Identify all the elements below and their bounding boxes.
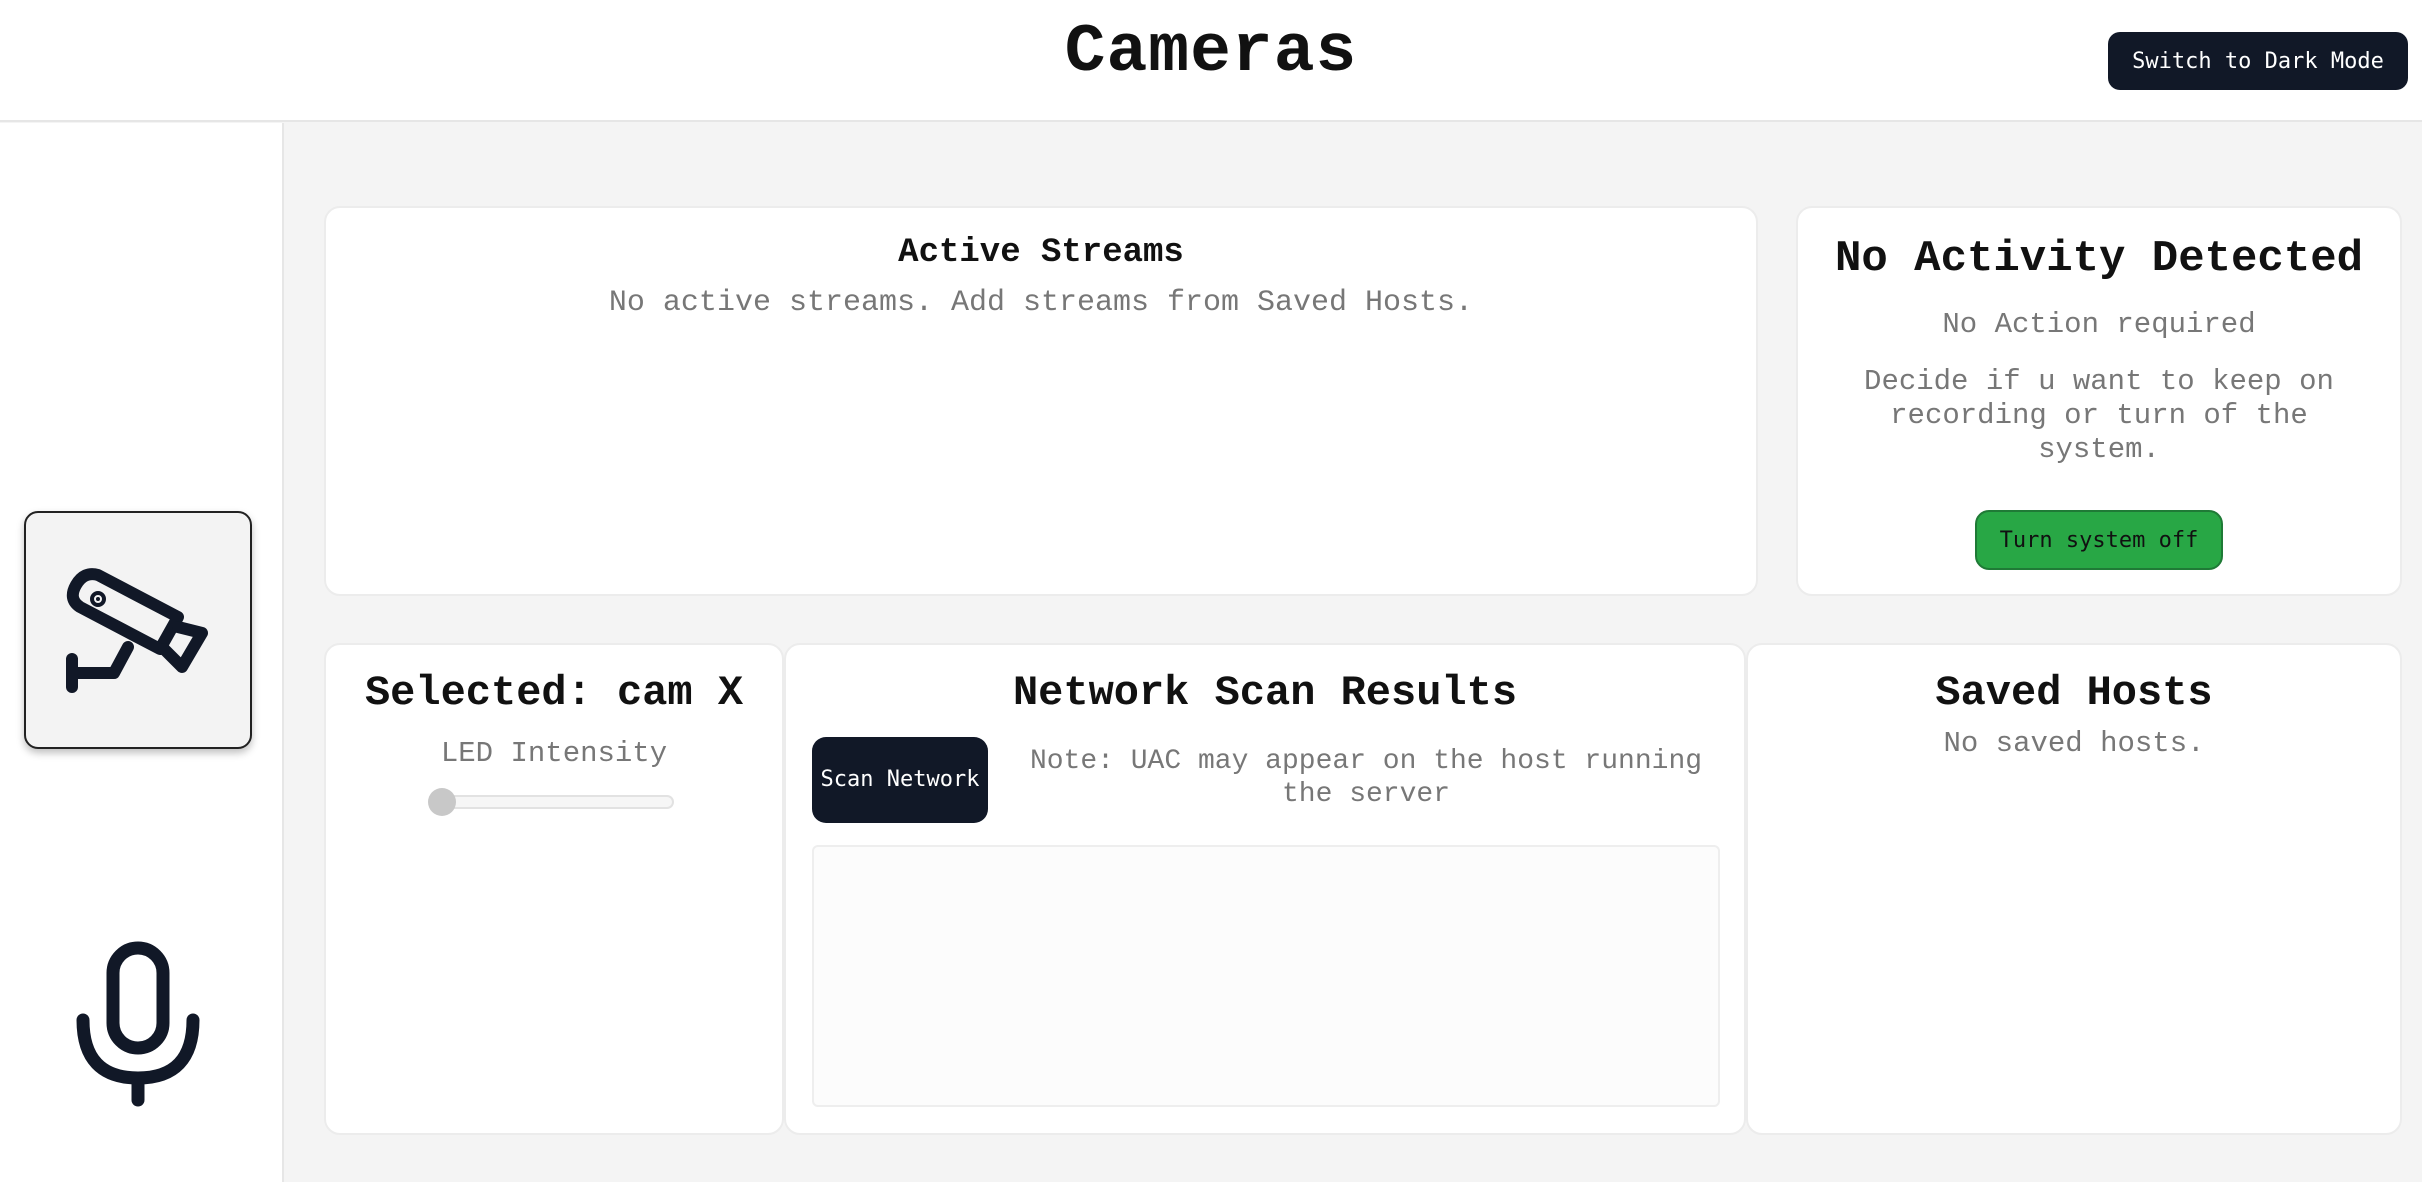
active-streams-empty-message: No active streams. Add streams from Save…	[608, 286, 1474, 320]
turn-system-off-button[interactable]: Turn system off	[1975, 510, 2223, 570]
activity-subtitle: No Action required	[1942, 308, 2256, 341]
microphone-icon	[76, 941, 200, 1107]
active-streams-card: Active Streams No active streams. Add st…	[324, 206, 1758, 596]
saved-hosts-title: Saved Hosts	[1935, 669, 2213, 717]
page-title: Cameras	[1064, 14, 1358, 91]
selected-camera-card: Selected: cam X LED Intensity	[324, 643, 784, 1135]
active-streams-title: Active Streams	[898, 234, 1184, 272]
scan-network-button[interactable]: Scan Network	[812, 737, 988, 823]
sidebar-item-camera[interactable]	[24, 511, 252, 749]
activity-message: Decide if u want to keep on recording or…	[1864, 365, 2334, 466]
saved-hosts-empty-message: No saved hosts.	[1943, 727, 2205, 760]
led-intensity-slider[interactable]	[428, 788, 674, 816]
saved-hosts-card: Saved Hosts No saved hosts.	[1746, 643, 2402, 1135]
activity-status-title: No Activity Detected	[1834, 234, 2364, 284]
sidebar	[0, 123, 284, 1182]
selected-camera-title: Selected: cam X	[364, 669, 744, 717]
security-camera-icon	[66, 568, 208, 693]
led-intensity-label: LED Intensity	[440, 737, 668, 770]
network-scan-card: Network Scan Results Scan Network Note: …	[784, 643, 1746, 1135]
network-scan-title: Network Scan Results	[1012, 669, 1518, 717]
uac-note: Note: UAC may appear on the host running…	[1029, 746, 1703, 810]
sidebar-item-microphone[interactable]	[24, 923, 252, 1123]
top-header: Cameras Switch to Dark Mode	[0, 0, 2422, 122]
scan-results-list	[812, 845, 1720, 1107]
activity-status-card: No Activity Detected No Action required …	[1796, 206, 2402, 596]
led-intensity-slider-thumb[interactable]	[428, 788, 456, 816]
dark-mode-toggle-button[interactable]: Switch to Dark Mode	[2108, 32, 2408, 90]
